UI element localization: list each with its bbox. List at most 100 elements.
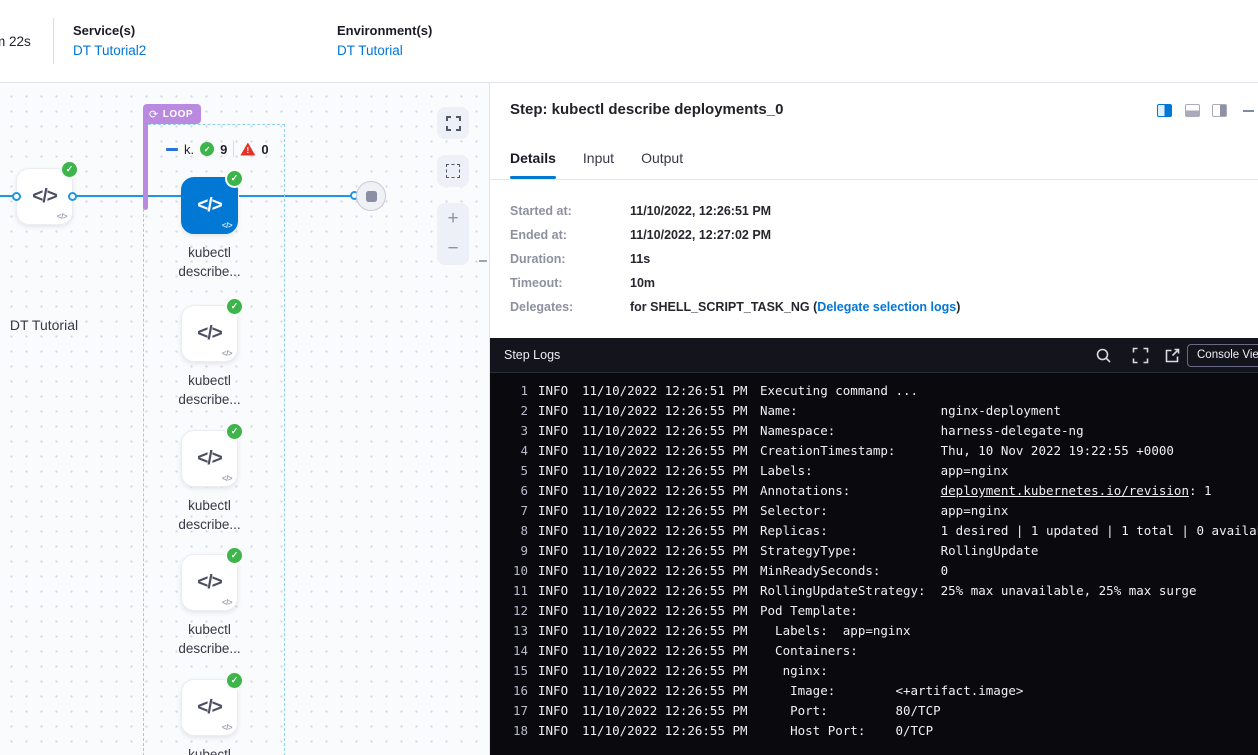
environment-field: Environment(s) DT Tutorial xyxy=(337,23,432,58)
log-level: INFO xyxy=(538,721,570,741)
fullscreen-icon[interactable] xyxy=(1132,347,1149,364)
search-icon[interactable] xyxy=(1095,347,1112,364)
panel-resize-handle[interactable] xyxy=(479,260,487,262)
minimize-panel-icon[interactable] xyxy=(1243,110,1254,112)
loop-step-label: kubectldescribe... xyxy=(152,496,267,534)
loop-step-node[interactable]: </></>✓ xyxy=(181,430,238,487)
log-line-number: 15 xyxy=(500,661,528,681)
code-icon: </> xyxy=(197,448,221,470)
detail-value: 10m xyxy=(630,276,655,290)
shell-script-mini-icon: </> xyxy=(222,598,232,607)
environment-link[interactable]: DT Tutorial xyxy=(337,43,432,58)
tab-details[interactable]: Details xyxy=(510,150,556,179)
log-message: StrategyType: RollingUpdate xyxy=(760,541,1038,561)
delegate-selection-logs-link[interactable]: Delegate selection logs xyxy=(817,300,956,314)
success-check-icon: ✓ xyxy=(227,299,242,314)
log-message: Host Port: 0/TCP xyxy=(760,721,933,741)
log-line-number: 18 xyxy=(500,721,528,741)
log-timestamp: 11/10/2022 12:26:55 PM xyxy=(582,461,748,481)
success-count: 9 xyxy=(220,142,227,157)
log-level: INFO xyxy=(538,401,570,421)
collapse-icon[interactable] xyxy=(166,148,178,151)
log-line: 11INFO11/10/2022 12:26:55 PMRollingUpdat… xyxy=(490,581,1258,601)
success-check-icon: ✓ xyxy=(227,548,242,563)
console-view-button[interactable]: Console View xyxy=(1187,344,1258,367)
detail-label: Started at: xyxy=(510,204,630,218)
tab-input[interactable]: Input xyxy=(583,150,614,179)
zoom-out-button[interactable]: − xyxy=(447,239,458,259)
loop-step-node[interactable]: </></>✓ xyxy=(181,554,238,611)
open-in-new-window-icon[interactable] xyxy=(1164,347,1181,364)
pipeline-execution-screen: m 22s Service(s) DT Tutorial2 Environmen… xyxy=(0,0,1258,755)
log-line: 8INFO11/10/2022 12:26:55 PMReplicas: 1 d… xyxy=(490,521,1258,541)
success-check-icon: ✓ xyxy=(227,424,242,439)
execution-topbar: m 22s Service(s) DT Tutorial2 Environmen… xyxy=(0,0,1258,83)
log-line-number: 1 xyxy=(500,381,528,401)
step-logs-header: Step Logs Console View xyxy=(490,338,1258,373)
execution-duration: m 22s xyxy=(0,34,31,49)
zoom-in-button[interactable]: + xyxy=(447,209,458,229)
log-timestamp: 11/10/2022 12:26:51 PM xyxy=(582,381,748,401)
service-link[interactable]: DT Tutorial2 xyxy=(73,43,146,58)
start-step-node[interactable]: </> </> ✓ xyxy=(16,168,73,225)
log-line-number: 9 xyxy=(500,541,528,561)
log-message: Labels: app=nginx xyxy=(760,621,911,641)
marquee-select-icon xyxy=(446,164,460,178)
loop-step-node[interactable]: </></>✓ xyxy=(181,305,238,362)
log-timestamp: 11/10/2022 12:26:55 PM xyxy=(582,441,748,461)
log-line: 16INFO11/10/2022 12:26:55 PM Image: <+ar… xyxy=(490,681,1258,701)
code-icon: </> xyxy=(197,323,221,345)
log-line: 17INFO11/10/2022 12:26:55 PM Port: 80/TC… xyxy=(490,701,1258,721)
connector-dot-left[interactable] xyxy=(12,192,21,201)
log-level: INFO xyxy=(538,461,570,481)
stage-end-node[interactable] xyxy=(356,181,386,211)
connector-dot-right[interactable] xyxy=(68,192,77,201)
loop-step-node[interactable]: </></>✓ xyxy=(181,679,238,736)
log-line: 12INFO11/10/2022 12:26:55 PMPod Template… xyxy=(490,601,1258,621)
log-timestamp: 11/10/2022 12:26:55 PM xyxy=(582,621,748,641)
tab-output[interactable]: Output xyxy=(641,150,683,179)
detail-value: 11s xyxy=(630,252,650,266)
step-logs-console[interactable]: 1INFO11/10/2022 12:26:51 PMExecuting com… xyxy=(490,373,1258,741)
log-level: INFO xyxy=(538,601,570,621)
loop-step-node[interactable]: </></>✓ xyxy=(181,177,238,234)
shell-script-mini-icon: </> xyxy=(222,723,232,732)
code-icon: </> xyxy=(32,186,56,208)
pipeline-canvas[interactable]: ⟳ LOOP k. ✓ 9 ! 0 </> </> ✓ DT Tutorial … xyxy=(0,83,490,755)
log-level: INFO xyxy=(538,521,570,541)
loop-icon: ⟳ xyxy=(149,108,159,121)
layout-right-view-icon[interactable] xyxy=(1212,104,1227,117)
log-line: 1INFO11/10/2022 12:26:51 PMExecuting com… xyxy=(490,381,1258,401)
detail-value: 11/10/2022, 12:27:02 PM xyxy=(630,228,771,242)
log-level: INFO xyxy=(538,381,570,401)
loop-step-label: kubectldescribe... xyxy=(152,243,267,281)
log-timestamp: 11/10/2022 12:26:55 PM xyxy=(582,681,748,701)
log-timestamp: 11/10/2022 12:26:55 PM xyxy=(582,541,748,561)
step-logs-section: Step Logs Console View 1 INFO 11/10/2022 1… xyxy=(490,338,1258,755)
log-message: Pod Template: xyxy=(760,601,858,621)
log-level: INFO xyxy=(538,641,570,661)
success-check-icon: ✓ xyxy=(200,142,214,156)
shell-script-mini-icon: </> xyxy=(222,221,232,230)
detail-label: Delegates: xyxy=(510,300,630,314)
step-panel-header: Step: kubectl describe deployments_0 xyxy=(490,83,1258,127)
fit-to-screen-button[interactable] xyxy=(437,107,469,139)
log-timestamp: 11/10/2022 12:26:55 PM xyxy=(582,721,748,741)
marquee-select-button[interactable] xyxy=(437,155,469,187)
log-message: Port: 80/TCP xyxy=(760,701,941,721)
log-line-number: 4 xyxy=(500,441,528,461)
success-check-icon: ✓ xyxy=(62,162,77,177)
header-divider xyxy=(233,141,234,157)
loop-badge-tail xyxy=(143,124,148,210)
log-line-number: 3 xyxy=(500,421,528,441)
step-logs-actions: Console View xyxy=(490,338,1258,373)
log-line: 7INFO11/10/2022 12:26:55 PMSelector: app… xyxy=(490,501,1258,521)
layout-split-view-icon[interactable] xyxy=(1157,104,1172,117)
loop-badge[interactable]: ⟳ LOOP xyxy=(143,104,201,124)
log-level: INFO xyxy=(538,421,570,441)
log-level: INFO xyxy=(538,681,570,701)
log-annotation-link[interactable]: deployment.kubernetes.io/revision xyxy=(941,483,1189,498)
layout-bottom-view-icon[interactable] xyxy=(1185,104,1200,117)
warning-triangle-icon: ! xyxy=(240,143,255,156)
log-timestamp: 11/10/2022 12:26:55 PM xyxy=(582,561,748,581)
